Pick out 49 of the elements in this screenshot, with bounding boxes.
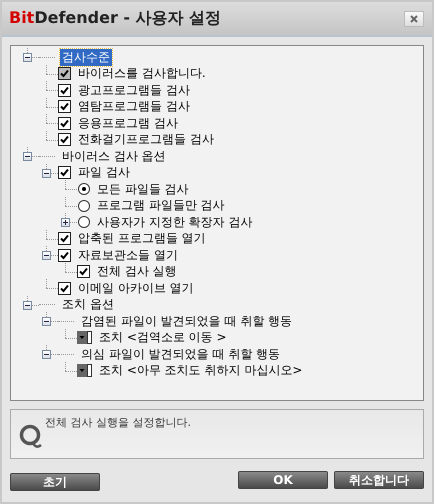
reset-button[interactable]: 초기: [10, 473, 100, 491]
dropdown-label[interactable]: 조치 <아무 조치도 취하지 마십시오>: [97, 362, 304, 380]
checkbox-label[interactable]: 자료보관소들 열기: [76, 246, 180, 264]
checkbox-label[interactable]: 이메일 아카이브 열기: [76, 280, 196, 297]
expander-icon[interactable]: [23, 300, 32, 310]
checkbox[interactable]: [58, 232, 71, 246]
ok-button[interactable]: OK: [238, 471, 328, 489]
expander-icon[interactable]: [42, 350, 51, 360]
expander-icon[interactable]: [42, 168, 51, 178]
radio-button[interactable]: [78, 183, 90, 196]
checkbox[interactable]: [58, 282, 71, 295]
tree-item[interactable]: 바이러스 검사 옵션: [60, 148, 168, 165]
expander-icon[interactable]: [42, 317, 51, 326]
tree-item[interactable]: 감염된 파일이 발견되었을 때 취할 행동: [79, 312, 294, 330]
checkbox[interactable]: [58, 248, 71, 262]
checkbox[interactable]: [58, 133, 71, 146]
tree-item[interactable]: 조치 옵션: [60, 296, 116, 314]
checkbox-label[interactable]: 염탐프로그램들 검사: [76, 98, 192, 116]
radio-button[interactable]: [78, 216, 90, 228]
radio-label[interactable]: 사용자가 지정한 확장자 검사: [95, 214, 254, 231]
dropdown-icon[interactable]: [77, 364, 92, 378]
magnifier-icon: [19, 423, 43, 451]
window-title: BitDefender - 사용자 설정: [9, 8, 222, 29]
checkbox-label[interactable]: 응용프로그램 검사: [76, 114, 180, 132]
radio-label[interactable]: 모든 파일들 검사: [95, 180, 191, 198]
radio-button[interactable]: [78, 200, 90, 212]
checkbox[interactable]: [58, 84, 71, 97]
checkbox[interactable]: [58, 166, 71, 180]
checkbox[interactable]: [77, 265, 90, 278]
checkbox-label[interactable]: 압축된 프로그램들 열기: [76, 230, 208, 248]
dropdown-label[interactable]: 조치 <검역소로 이동 >: [97, 329, 229, 346]
close-button[interactable]: [404, 10, 424, 26]
expander-icon[interactable]: [23, 152, 32, 162]
checkbox-label[interactable]: 파일 검사: [76, 164, 132, 182]
info-text: 전체 검사 실행을 설정합니다.: [45, 415, 191, 430]
tree-item[interactable]: 의심 파일이 발견되었을 때 취할 행동: [79, 346, 282, 363]
checkbox[interactable]: [58, 100, 71, 114]
cancel-button[interactable]: 취소합니다: [334, 471, 424, 489]
expander-icon[interactable]: [23, 53, 32, 62]
checkbox-label[interactable]: 광고프로그램들 검사: [76, 82, 192, 99]
checkbox[interactable]: [58, 116, 71, 130]
tree-item[interactable]: 검사수준: [60, 48, 112, 66]
checkbox-label[interactable]: 전체 검사 실행: [95, 263, 179, 280]
expander-icon[interactable]: [61, 218, 70, 228]
radio-label[interactable]: 프로그램 파일들만 검사: [95, 197, 227, 214]
dropdown-icon[interactable]: [77, 331, 92, 344]
expander-icon[interactable]: [42, 251, 51, 260]
checkbox-label[interactable]: 전화걸기프로그램들 검사: [76, 131, 216, 148]
close-icon: [410, 14, 418, 22]
